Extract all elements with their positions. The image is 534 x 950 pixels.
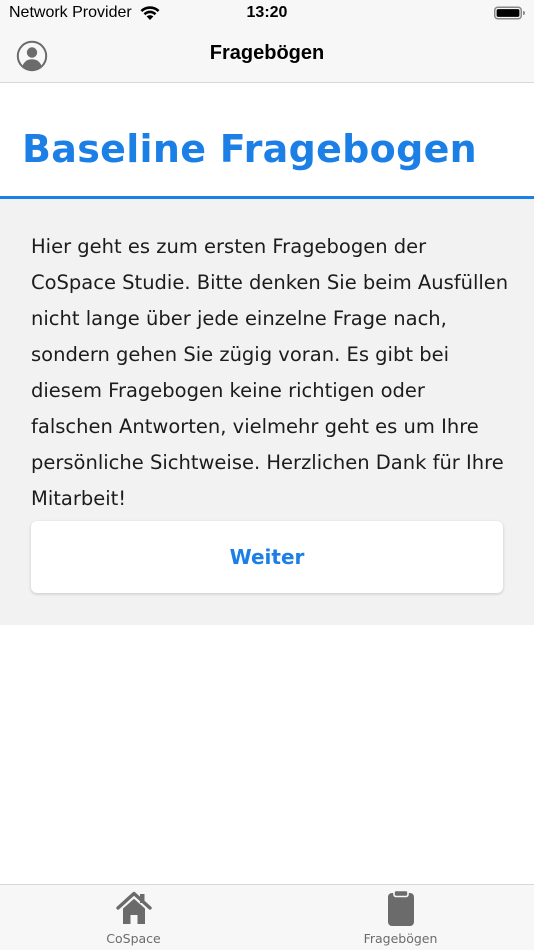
app-screen: Network Provider 13:20 Fragebögen Baseli… <box>0 0 534 950</box>
continue-button-label: Weiter <box>229 545 305 569</box>
tab-cospace-label: CoSpace <box>106 931 161 946</box>
navigation-bar: Fragebögen <box>0 28 534 83</box>
clock-time: 13:20 <box>246 4 288 21</box>
tab-frageboegen[interactable]: Fragebögen <box>267 885 534 950</box>
clipboard-icon <box>387 889 414 926</box>
page-header: Baseline Fragebogen <box>0 83 534 199</box>
house-icon <box>115 891 152 924</box>
nav-title: Fragebögen <box>209 42 325 64</box>
tab-cospace[interactable]: CoSpace <box>0 885 267 950</box>
battery-icon <box>494 6 525 20</box>
intro-text: Hier geht es zum ersten Fragebogen der C… <box>31 235 509 510</box>
continue-button[interactable]: Weiter <box>31 521 503 593</box>
content-area: Hier geht es zum ersten Fragebogen der C… <box>0 199 534 625</box>
status-bar: Network Provider 13:20 <box>0 0 534 28</box>
page-title: Baseline Fragebogen <box>22 127 478 171</box>
tab-frageboegen-label: Fragebögen <box>363 931 438 946</box>
tab-bar: CoSpace Fragebögen <box>0 884 534 950</box>
